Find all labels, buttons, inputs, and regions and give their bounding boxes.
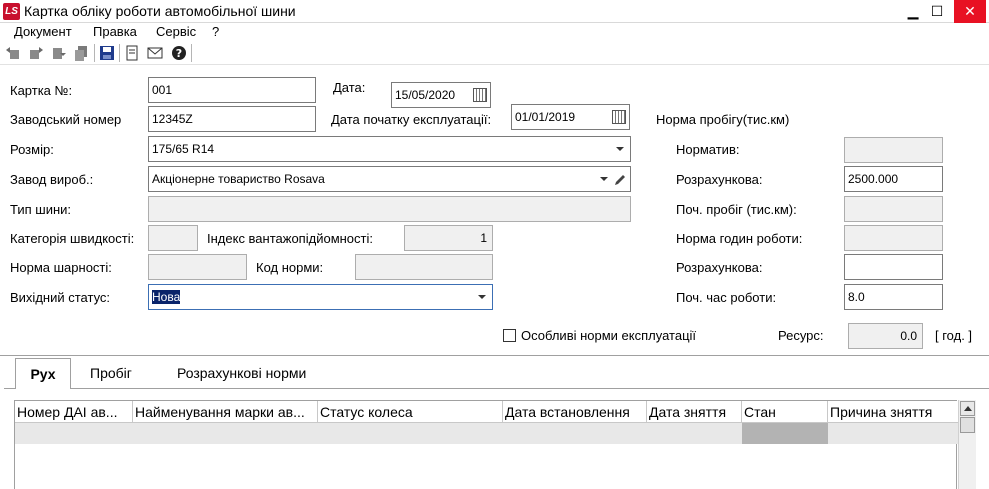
table-cell-state[interactable] <box>742 423 828 444</box>
start-date-label: Дата початку експлуатації: <box>331 112 492 127</box>
tab-movement[interactable]: Рух <box>15 358 71 389</box>
save-icon[interactable] <box>98 44 116 62</box>
normative-label: Норматив: <box>676 142 740 157</box>
serial-number-label: Заводський номер <box>10 112 122 127</box>
calendar-icon[interactable] <box>473 88 487 102</box>
menu-document[interactable]: Документ <box>14 24 72 39</box>
forward-icon[interactable] <box>27 44 45 62</box>
tab-strip <box>0 356 989 388</box>
resource-unit: [ год. ] <box>935 328 973 343</box>
back-icon[interactable] <box>4 44 22 62</box>
column-header[interactable]: Стан <box>742 401 828 423</box>
svg-text:?: ? <box>176 47 182 60</box>
column-header[interactable]: Найменування марки ав... <box>133 401 318 423</box>
normative-field <box>844 137 943 163</box>
status-label: Вихідний статус: <box>10 290 111 305</box>
norm-code-field <box>355 254 493 280</box>
card-number-field[interactable]: 001 <box>148 77 316 103</box>
size-select[interactable]: 175/65 R14 <box>148 136 631 162</box>
load-index-label: Індекс вантажопідйомності: <box>207 231 373 246</box>
status-value: Нова <box>152 290 181 304</box>
date-label: Дата: <box>333 80 366 95</box>
table-header: Номер ДАІ ав... Найменування марки ав...… <box>15 401 958 423</box>
menu-help[interactable]: ? <box>212 24 219 39</box>
column-header[interactable]: Статус колеса <box>318 401 503 423</box>
document-icon[interactable] <box>123 44 141 62</box>
speed-category-field <box>148 225 198 251</box>
manufacturer-value: Акціонерне товариство Rosava <box>152 172 325 186</box>
menu-service[interactable]: Сервіс <box>156 24 196 39</box>
serial-number-field[interactable]: 12345Z <box>148 106 316 132</box>
menu-bar <box>0 23 989 41</box>
speed-category-label: Категорія швидкості: <box>10 231 135 246</box>
date-field[interactable]: 15/05/2020 <box>391 82 491 108</box>
card-number-label: Картка №: <box>10 83 73 98</box>
calculated-label: Розрахункова: <box>676 172 763 187</box>
copy-icon[interactable] <box>72 44 90 62</box>
column-header[interactable]: Дата встановлення <box>503 401 647 423</box>
toolbar-separator <box>94 44 95 62</box>
mileage-norm-title: Норма пробігу(тис.км) <box>656 112 790 127</box>
norm-code-label: Код норми: <box>256 260 324 275</box>
tread-norm-label: Норма шарності: <box>10 260 112 275</box>
tab-calculated-norms[interactable]: Розрахункові норми <box>177 365 306 381</box>
load-index-field: 1 <box>404 225 493 251</box>
start-date-value: 01/01/2019 <box>515 110 576 124</box>
edit-pencil-icon[interactable] <box>613 171 627 191</box>
tab-mileage[interactable]: Пробіг <box>90 365 132 381</box>
work-hours-norm-field <box>844 225 943 251</box>
chevron-down-icon[interactable] <box>478 295 486 299</box>
next-icon[interactable] <box>50 44 68 62</box>
email-icon[interactable] <box>146 44 164 62</box>
calculated2-label: Розрахункова: <box>676 260 763 275</box>
start-hours-field[interactable]: 8.0 <box>844 284 943 310</box>
calculated-field[interactable]: 2500.000 <box>844 166 943 192</box>
date-value: 15/05/2020 <box>395 88 456 102</box>
special-norms-label: Особливі норми експлуатації <box>521 328 697 343</box>
scroll-up-icon[interactable] <box>960 401 975 416</box>
table-row[interactable] <box>15 423 958 444</box>
calculated2-field[interactable] <box>844 254 943 280</box>
tread-norm-field <box>148 254 247 280</box>
chevron-down-icon[interactable] <box>600 177 608 181</box>
close-button[interactable]: ✕ <box>954 0 986 23</box>
column-header[interactable]: Причина зняття <box>828 401 958 423</box>
tire-type-label: Тип шини: <box>10 202 72 217</box>
scroll-thumb[interactable] <box>960 417 975 433</box>
size-label: Розмір: <box>10 142 54 157</box>
vertical-scrollbar[interactable] <box>958 400 976 489</box>
start-mileage-field <box>844 196 943 222</box>
tire-type-field <box>148 196 631 222</box>
manufacturer-label: Завод вироб.: <box>10 172 94 187</box>
chevron-down-icon[interactable] <box>616 147 624 151</box>
size-value: 175/65 R14 <box>152 142 215 156</box>
help-icon[interactable]: ? <box>170 44 188 62</box>
window-title: Картка обліку роботи автомобільної шини <box>24 3 296 19</box>
movement-table: Номер ДАІ ав... Найменування марки ав...… <box>14 400 958 489</box>
resource-field: 0.0 <box>848 323 923 349</box>
resource-label: Ресурс: <box>778 328 824 343</box>
manufacturer-select[interactable]: Акціонерне товариство Rosava <box>148 166 631 192</box>
status-select[interactable]: Нова <box>148 284 493 310</box>
work-hours-norm-label: Норма годин роботи: <box>676 231 803 246</box>
menu-edit[interactable]: Правка <box>93 24 137 39</box>
start-hours-label: Поч. час роботи: <box>676 290 777 305</box>
special-norms-checkbox[interactable] <box>503 329 516 342</box>
column-header[interactable]: Дата зняття <box>647 401 742 423</box>
maximize-button[interactable]: ☐ <box>922 0 952 23</box>
toolbar-separator <box>191 44 192 62</box>
calendar-icon[interactable] <box>612 110 626 124</box>
column-header[interactable]: Номер ДАІ ав... <box>15 401 133 423</box>
start-date-field[interactable]: 01/01/2019 <box>511 104 630 130</box>
toolbar-separator <box>119 44 120 62</box>
app-logo-icon: LS <box>3 3 20 20</box>
start-mileage-label: Поч. пробіг (тис.км): <box>676 202 797 217</box>
